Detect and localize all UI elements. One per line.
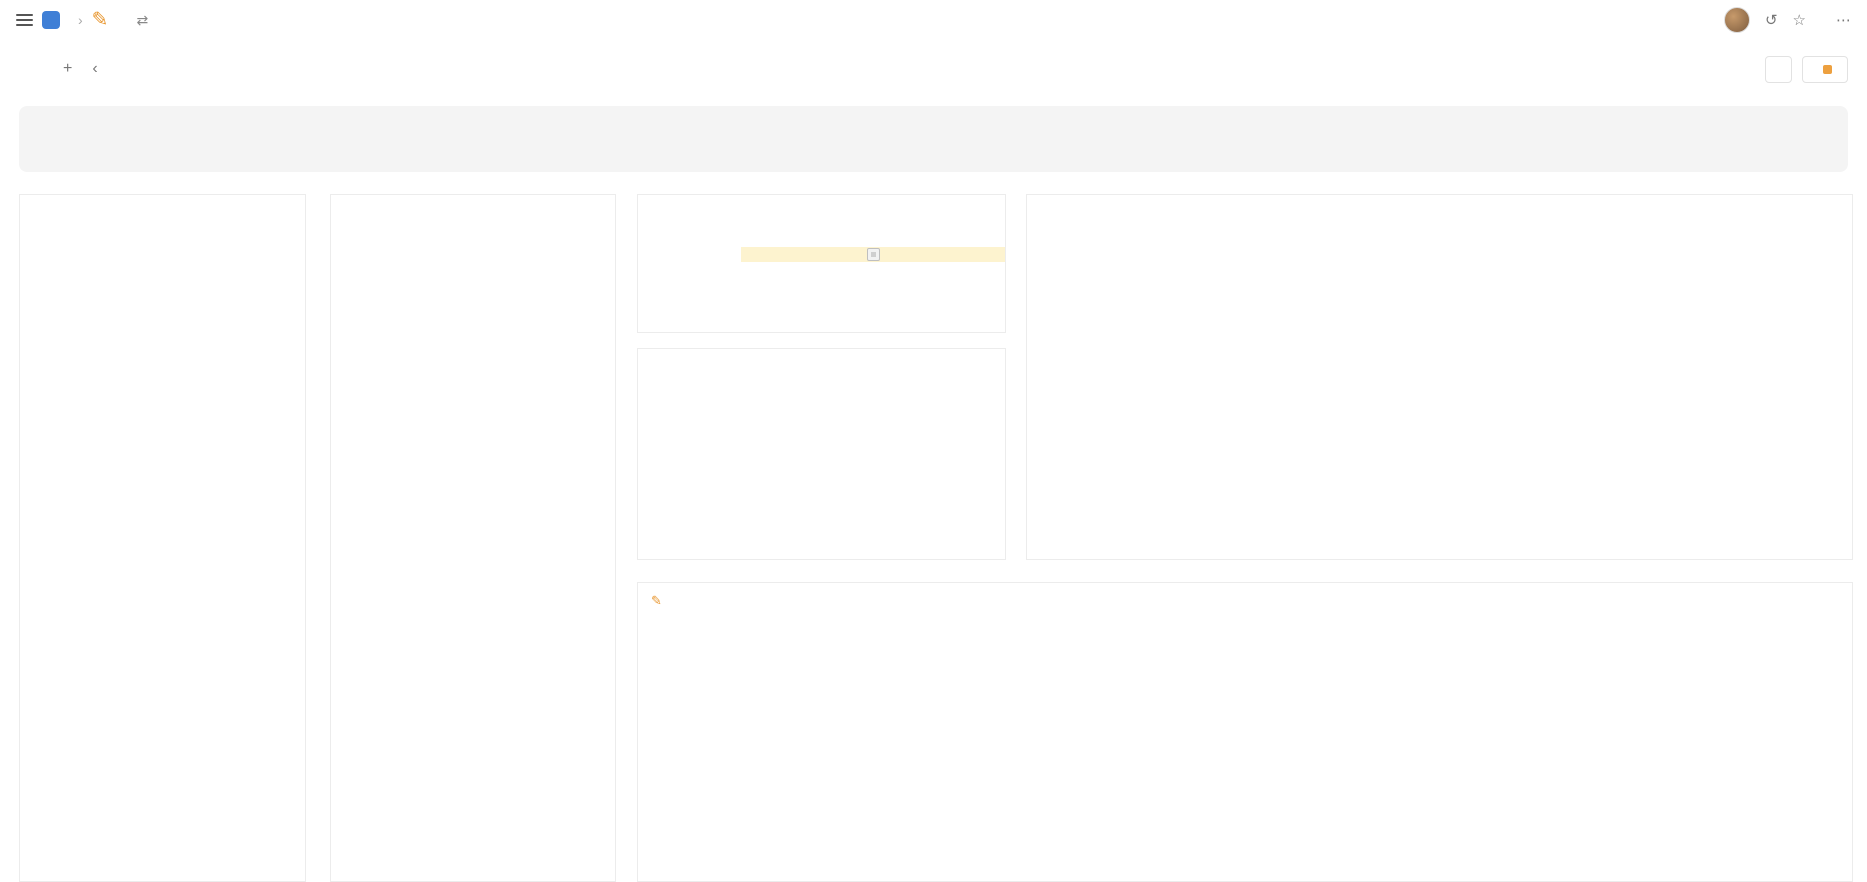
filterbar-right xyxy=(1765,56,1848,83)
scenario-color-icon xyxy=(1823,65,1832,74)
forecast-table-panel: ✎ xyxy=(637,582,1853,882)
menu-icon[interactable] xyxy=(16,14,33,26)
validation-panel xyxy=(637,194,1006,333)
pencil-logo-icon: ✎ xyxy=(92,10,109,30)
scenario-selector[interactable] xyxy=(1802,56,1848,83)
unit-selector[interactable] xyxy=(1765,56,1792,83)
pencil-icon: ✎ xyxy=(651,594,662,607)
validation-state-panel xyxy=(637,348,1006,560)
breadcrumb-separator-icon: › xyxy=(78,12,83,28)
validation-checkbox[interactable] xyxy=(867,248,880,261)
category-panel xyxy=(19,194,306,882)
workspace-badge[interactable] xyxy=(42,11,60,29)
topbar-right: ↺ ☆ ⋯ xyxy=(1709,7,1851,33)
history-icon[interactable]: ↺ xyxy=(1765,11,1778,29)
app-root: › ✎ ⇄ ↺ ☆ ⋯ + ‹ xyxy=(0,0,1867,882)
swap-arrows-icon[interactable]: ⇄ xyxy=(136,12,148,29)
info-banner xyxy=(19,106,1848,172)
star-icon[interactable]: ☆ xyxy=(1793,11,1806,29)
add-filter-button[interactable]: + xyxy=(60,60,75,78)
validation-pie-chart[interactable] xyxy=(638,366,1007,526)
sales-chart[interactable] xyxy=(1039,212,1839,508)
forecast-table-title-row: ✎ xyxy=(638,583,1852,613)
validation-row xyxy=(638,247,1005,262)
sales-chart-title-row xyxy=(1027,195,1852,212)
sales-chart-panel xyxy=(1026,194,1853,560)
collapse-filters-button[interactable]: ‹ xyxy=(89,60,100,78)
validation-band xyxy=(741,247,1005,262)
avatar[interactable] xyxy=(1724,7,1750,33)
topbar: › ✎ ⇄ ↺ ☆ ⋯ xyxy=(0,0,1867,40)
filter-bar: + ‹ xyxy=(0,42,1867,96)
more-icon[interactable]: ⋯ xyxy=(1836,11,1851,29)
validation-state-title-row xyxy=(638,349,1005,366)
client-group-panel xyxy=(330,194,616,882)
